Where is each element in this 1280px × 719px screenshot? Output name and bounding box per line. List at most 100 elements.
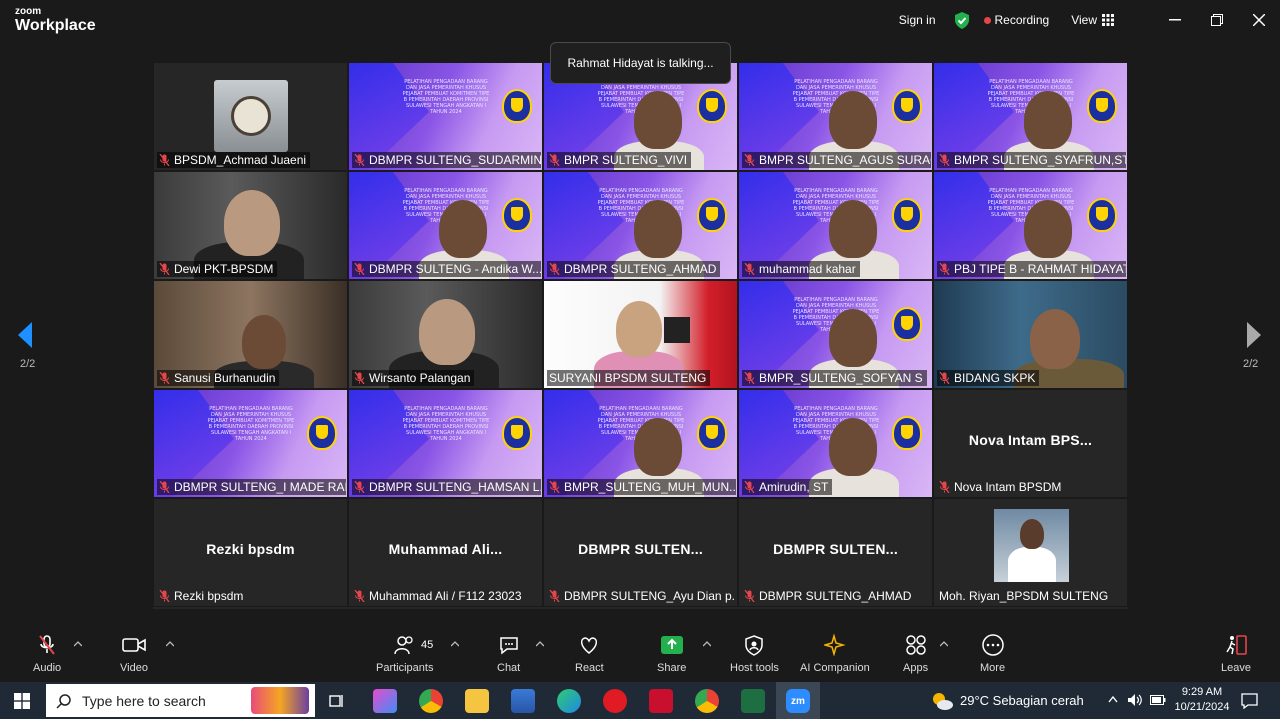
file-explorer-icon[interactable] <box>465 689 489 713</box>
participant-tile[interactable]: PELATIHAN PENGADAAN BARANG DAN JASA PEME… <box>348 62 543 171</box>
excel-icon[interactable] <box>741 689 765 713</box>
participant-tile[interactable]: PELATIHAN PENGADAAN BARANG DAN JASA PEME… <box>933 171 1128 280</box>
volume-icon[interactable] <box>1127 693 1143 707</box>
share-button[interactable]: Share <box>657 634 686 674</box>
next-page-arrow-icon[interactable] <box>1247 322 1261 348</box>
participant-tile[interactable]: Dewi PKT-BPSDM <box>153 171 348 280</box>
participant-tile[interactable]: Muhammad Ali... Muhammad Ali / F112 23023 <box>348 498 543 607</box>
participant-name: Rezki bpsdm <box>174 589 244 603</box>
mic-muted-icon <box>354 263 365 275</box>
tray-chevron-up-icon[interactable] <box>1108 696 1118 703</box>
search-icon <box>56 693 71 709</box>
participant-name-label: Wirsanto Palangan <box>352 370 475 386</box>
participant-tile[interactable]: BIDANG SKPK <box>933 280 1128 389</box>
participant-name-label: BIDANG SKPK <box>937 370 1040 386</box>
copilot-icon[interactable] <box>373 689 397 713</box>
ai-companion-button[interactable]: AI Companion <box>800 634 870 674</box>
video-gallery: BPSDM_Achmad Juaeni PELATIHAN PENGADAAN B… <box>153 62 1128 609</box>
mic-muted-icon <box>159 372 170 384</box>
mic-muted-icon <box>939 481 950 493</box>
participant-tile[interactable]: PELATIHAN PENGADAAN BARANG DAN JASA PEME… <box>738 280 933 389</box>
participant-tile[interactable]: PELATIHAN PENGADAAN BARANG DAN JASA PEME… <box>543 389 738 498</box>
minimize-button[interactable] <box>1154 0 1196 40</box>
recording-dot-icon <box>983 16 991 24</box>
close-icon <box>1253 14 1265 26</box>
weather-widget[interactable]: 29°C Sebagian cerah <box>930 682 1084 719</box>
react-button[interactable]: React <box>575 634 604 674</box>
participant-name: DBMPR SULTENG_SUDARMIN... <box>369 153 541 167</box>
participant-tile[interactable]: PELATIHAN PENGADAAN BARANG DAN JASA PEME… <box>933 62 1128 171</box>
close-button[interactable] <box>1238 0 1280 40</box>
taskbar-search-input[interactable]: Type here to search <box>46 684 315 717</box>
participant-tile[interactable]: Moh. Riyan_BPSDM SULTENG <box>933 498 1128 607</box>
participant-name-label: SURYANI BPSDM SULTENG <box>547 370 711 386</box>
more-label: More <box>980 662 1006 674</box>
video-caret-icon[interactable] <box>166 641 174 647</box>
video-button[interactable]: Video <box>120 634 148 674</box>
participant-tile[interactable]: SURYANI BPSDM SULTENG <box>543 280 738 389</box>
chat-caret-icon[interactable] <box>536 641 544 647</box>
sulteng-logo-icon <box>892 307 922 341</box>
more-button[interactable]: More <box>980 634 1005 674</box>
participant-tile[interactable]: PELATIHAN PENGADAAN BARANG DAN JASA PEME… <box>543 171 738 280</box>
task-view-icon[interactable] <box>328 692 346 710</box>
participant-name: muhammad kahar <box>759 262 856 276</box>
mcafee-icon[interactable] <box>649 689 673 713</box>
store-icon[interactable] <box>511 689 535 713</box>
share-screen-icon <box>660 636 683 654</box>
previous-page-arrow-icon[interactable] <box>18 322 32 348</box>
zoom-taskbar-item[interactable]: zm <box>776 682 820 719</box>
participant-name: BPSDM_Achmad Juaeni <box>174 153 307 167</box>
participant-face <box>634 91 682 149</box>
participant-tile[interactable]: PELATIHAN PENGADAAN BARANG DAN JASA PEME… <box>738 389 933 498</box>
participant-name: Dewi PKT-BPSDM <box>174 262 274 276</box>
mic-muted-icon <box>549 481 560 493</box>
leave-button[interactable]: Leave <box>1221 634 1251 674</box>
banner-text: PELATIHAN PENGADAAN BARANG DAN JASA PEME… <box>402 406 490 442</box>
mic-muted-icon <box>744 154 755 166</box>
participant-name-label: BMPR SULTENG_VIVI <box>547 152 692 168</box>
share-caret-icon[interactable] <box>703 641 711 647</box>
participant-tile[interactable]: PELATIHAN PENGADAAN BARANG DAN JASA PEME… <box>738 62 933 171</box>
participant-tile[interactable]: DBMPR SULTEN... DBMPR SULTENG_Ayu Dian p.… <box>543 498 738 607</box>
participant-tile[interactable]: Sanusi Burhanudin <box>153 280 348 389</box>
chrome-icon[interactable] <box>419 689 443 713</box>
apps-button[interactable]: Apps <box>903 634 928 674</box>
battery-icon[interactable] <box>1150 694 1166 706</box>
windows-start-icon[interactable] <box>14 693 30 709</box>
shield-check-icon[interactable] <box>954 11 970 29</box>
ai-companion-label: AI Companion <box>800 662 870 674</box>
recording-indicator[interactable]: Recording <box>983 13 1049 27</box>
host-tools-button[interactable]: Host tools <box>730 634 779 674</box>
restore-button[interactable] <box>1196 0 1238 40</box>
participant-name-label: DBMPR SULTENG_SUDARMIN... <box>352 152 541 168</box>
notifications-icon[interactable] <box>1241 692 1258 709</box>
view-button[interactable]: View <box>1071 13 1114 27</box>
participant-name-label: DBMPR SULTENG_I MADE RAI... <box>157 479 346 495</box>
participant-tile[interactable]: PELATIHAN PENGADAAN BARANG DAN JASA PEME… <box>153 389 348 498</box>
participant-tile[interactable]: Wirsanto Palangan <box>348 280 543 389</box>
participant-face <box>829 200 877 258</box>
edge-icon[interactable] <box>557 689 581 713</box>
audio-caret-icon[interactable] <box>74 641 82 647</box>
heart-icon <box>581 637 598 654</box>
participant-name: BIDANG SKPK <box>954 371 1036 385</box>
participant-tile[interactable]: BPSDM_Achmad Juaeni <box>153 62 348 171</box>
participant-tile[interactable]: Rezki bpsdm Rezki bpsdm <box>153 498 348 607</box>
weather-partly-cloudy-icon <box>933 692 953 710</box>
participants-icon <box>393 636 413 655</box>
participant-tile[interactable]: DBMPR SULTEN... DBMPR SULTENG_AHMAD <box>738 498 933 607</box>
sign-in-link[interactable]: Sign in <box>899 13 936 27</box>
audio-button[interactable]: Audio <box>33 634 61 674</box>
participant-tile[interactable]: PELATIHAN PENGADAAN BARANG DAN JASA PEME… <box>348 171 543 280</box>
participant-tile[interactable]: PELATIHAN PENGADAAN BARANG DAN JASA PEME… <box>738 171 933 280</box>
apps-caret-icon[interactable] <box>940 641 948 647</box>
participant-tile[interactable]: PELATIHAN PENGADAAN BARANG DAN JASA PEME… <box>348 389 543 498</box>
participants-caret-icon[interactable] <box>451 641 459 647</box>
participant-tile[interactable]: Nova Intam BPS... Nova Intam BPSDM <box>933 389 1128 498</box>
taskbar-clock[interactable]: 9:29 AM 10/21/2024 <box>1170 685 1234 715</box>
chrome-profile-icon[interactable] <box>695 689 719 713</box>
participant-display-name: Nova Intam BPS... <box>968 432 1093 448</box>
chat-button[interactable]: Chat <box>497 634 520 674</box>
opera-icon[interactable] <box>603 689 627 713</box>
